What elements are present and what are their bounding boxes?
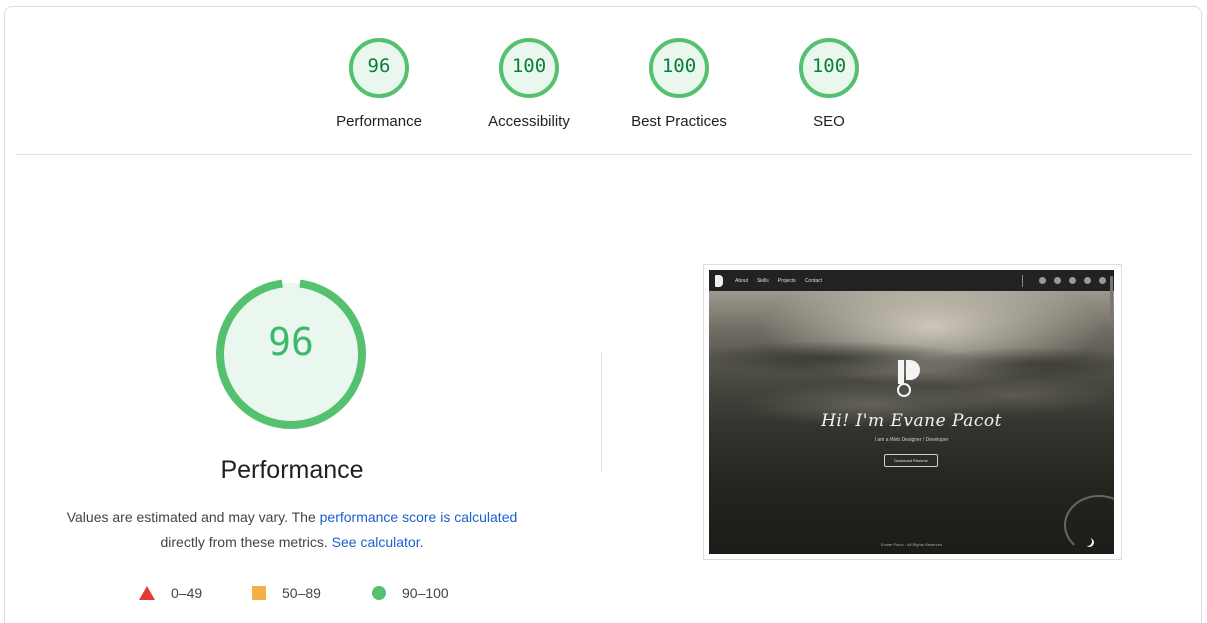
gauge-best-practices[interactable]: 100 Best Practices [604,37,754,130]
page-screenshot-thumbnail[interactable]: About Skills Projects Contact Hi! I'm Ev… [703,264,1122,560]
gauge-score: 96 [367,55,391,77]
gauge-score: 100 [811,55,847,77]
gauge-accessibility[interactable]: 100 Accessibility [454,37,604,130]
triangle-icon [139,586,155,600]
screenshot-image: About Skills Projects Contact Hi! I'm Ev… [709,270,1114,554]
facebook-icon [1039,277,1046,284]
score-calculated-link[interactable]: performance score is calculated [320,509,518,525]
gauge-label: Accessibility [488,113,570,130]
desc-text: . [419,534,424,550]
gauge-label: Best Practices [631,113,727,130]
legend-average: 50–89 [252,585,321,601]
legend-range: 0–49 [171,585,203,601]
circle-icon [372,586,386,600]
gauge-score: 100 [661,55,697,77]
square-icon [252,586,266,600]
screenshot-nav-item: About [735,277,749,284]
screenshot-nav-item: Skills [757,277,769,284]
performance-description: Values are estimated and may vary. The p… [42,505,542,555]
screenshot-download-button: Download Resume [884,454,938,467]
linkedin-icon [1069,277,1076,284]
gauge-seo[interactable]: 100 SEO [754,37,904,130]
see-calculator-link[interactable]: See calculator [332,534,420,550]
gauge-label: SEO [813,113,845,130]
legend-range: 90–100 [402,585,449,601]
vertical-divider [601,352,602,472]
site-logo-icon [715,274,723,287]
screenshot-hero-subtitle: I am a Web Designer / Developer [874,437,949,443]
instagram-icon [1054,277,1061,284]
section-divider [15,154,1193,155]
legend-range: 50–89 [282,585,321,601]
moon-icon [1083,537,1092,546]
performance-heading: Performance [220,456,364,484]
site-monogram-icon [897,360,920,397]
gauge-performance[interactable]: 96 Performance [304,37,454,130]
performance-gauge-large: 96 [211,274,371,434]
nav-separator [1022,274,1023,287]
screenshot-nav-item: Contact [804,277,823,284]
github-icon [1099,277,1106,284]
screenshot-social-icons [1022,270,1106,291]
screenshot-scrollbar [1110,276,1113,322]
screenshot-nav-item: Projects [777,277,796,284]
gauge-label: Performance [336,113,422,130]
legend-pass: 90–100 [372,585,449,601]
screenshot-navbar: About Skills Projects Contact [709,270,1114,291]
gauge-score: 100 [511,55,547,77]
legend-fail: 0–49 [139,585,202,601]
dribbble-icon [1084,277,1091,284]
desc-text: Values are estimated and may vary. The [66,509,320,525]
screenshot-hero-title: Hi! I'm Evane Pacot [821,411,1002,431]
desc-text: directly from these metrics. [160,534,332,550]
performance-score-large: 96 [268,320,314,364]
screenshot-footer: Evane Pacot · All Rights Reserved [880,542,943,547]
